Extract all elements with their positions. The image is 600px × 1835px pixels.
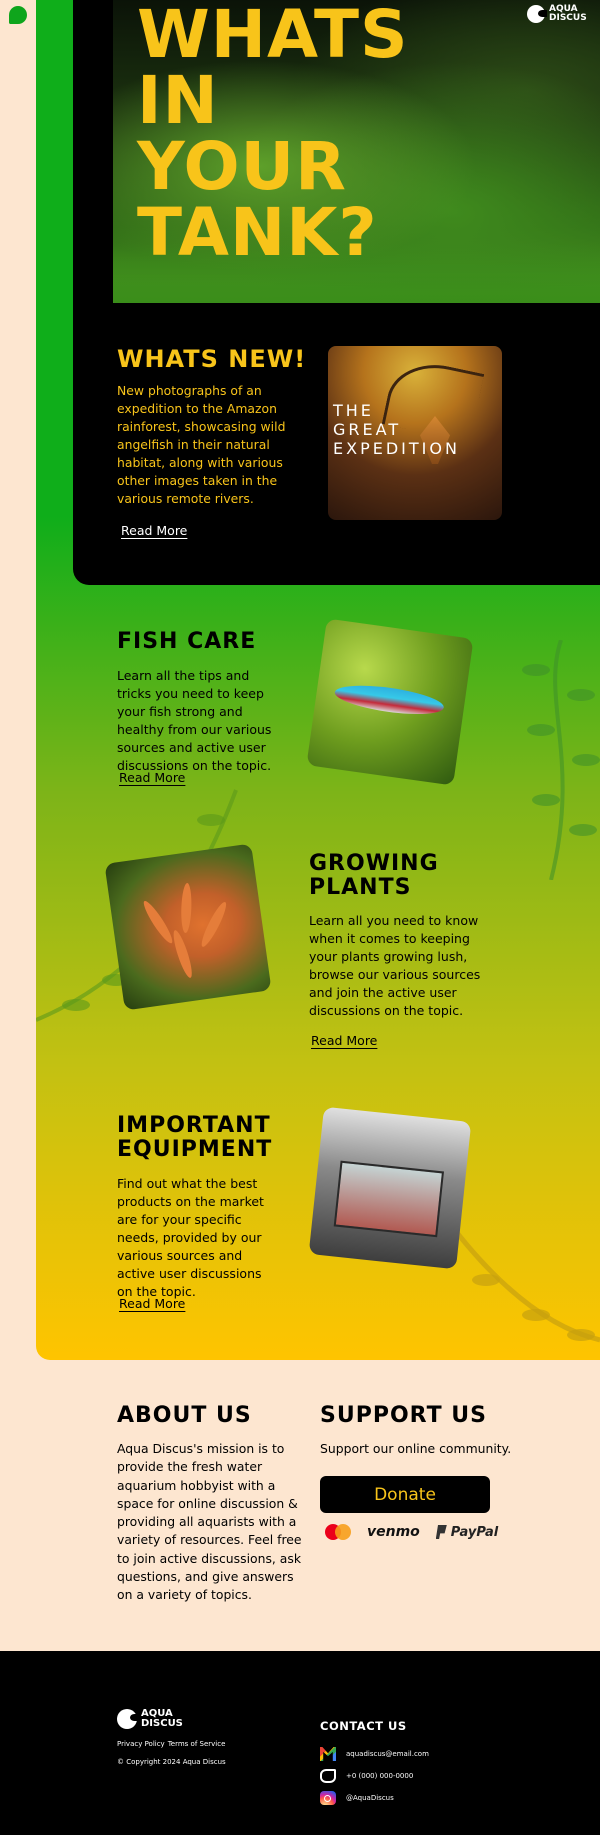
growing-plants-text: Learn all you need to know when it comes… — [309, 913, 481, 1018]
important-equipment-text: Find out what the best products on the m… — [117, 1176, 264, 1299]
footer-links: Privacy Policy Terms of Service — [117, 1740, 225, 1748]
important-equipment-heading: IMPORTANT EQUIPMENT — [117, 1113, 273, 1162]
fish-care-heading: FISH CARE — [117, 629, 257, 654]
contact-instagram[interactable]: @AquaDiscus — [320, 1791, 394, 1805]
growing-plants-heading: GROWING PLANTS — [309, 851, 439, 900]
footer: AQUA DISCUS Privacy Policy Terms of Serv… — [0, 1651, 600, 1835]
great-expedition-image[interactable]: THE GREAT EXPEDITION — [328, 346, 502, 520]
whats-new-heading: WHATS NEW! — [117, 345, 307, 373]
expedition-card-label: THE GREAT EXPEDITION — [333, 401, 460, 458]
fish-care-read-more-link[interactable]: Read More — [119, 770, 185, 785]
contact-us-heading: CONTACT US — [320, 1719, 407, 1733]
important-equipment-read-more-link[interactable]: Read More — [119, 1296, 185, 1311]
venmo-logo: venmo — [367, 1524, 420, 1540]
whats-new-read-more-link[interactable]: Read More — [121, 523, 187, 538]
aquatic-plant-image[interactable] — [104, 843, 272, 1011]
brand-name: AQUA DISCUS — [549, 4, 587, 23]
contact-phone[interactable]: +0 (000) 000-0000 — [320, 1769, 413, 1783]
contact-instagram-text: @AquaDiscus — [346, 1794, 394, 1802]
contact-email-text: aquadiscus@email.com — [346, 1750, 429, 1758]
paypal-logo: PayPal — [435, 1524, 499, 1540]
footer-brand-name: AQUA DISCUS — [141, 1708, 183, 1729]
footer-brand-logo[interactable]: AQUA DISCUS — [117, 1709, 183, 1729]
mastercard-icon — [325, 1524, 351, 1540]
donate-button[interactable]: Donate — [320, 1476, 490, 1513]
privacy-policy-link[interactable]: Privacy Policy — [117, 1740, 165, 1748]
support-us-heading: SUPPORT US — [320, 1403, 487, 1428]
paypal-label: PayPal — [450, 1524, 499, 1540]
terms-of-service-link[interactable]: Terms of Service — [168, 1740, 226, 1748]
mail-icon — [320, 1747, 336, 1761]
aqua-discus-logo-icon — [527, 5, 547, 23]
growing-plants-read-more-link[interactable]: Read More — [311, 1033, 377, 1048]
vine-decoration — [522, 640, 600, 880]
contact-email[interactable]: aquadiscus@email.com — [320, 1747, 429, 1761]
copyright-text: © Copyright 2024 Aqua Discus — [117, 1758, 226, 1766]
payment-methods: venmo PayPal — [325, 1524, 498, 1540]
whats-new-text: New photographs of an expedition to the … — [117, 383, 286, 506]
support-us-text: Support our online community. — [320, 1441, 512, 1456]
fish-care-text: Learn all the tips and tricks you need t… — [117, 668, 272, 773]
phone-icon — [320, 1769, 336, 1783]
about-us-heading: ABOUT US — [117, 1403, 252, 1428]
aquarium-equipment-image[interactable] — [308, 1106, 472, 1270]
neon-tetra-image[interactable] — [306, 618, 474, 786]
brand-logo[interactable]: AQUA DISCUS — [527, 5, 587, 23]
about-us-text: Aqua Discus's mission is to provide the … — [117, 1441, 302, 1603]
green-leaf-dot-icon — [9, 6, 27, 24]
aqua-discus-logo-icon — [117, 1709, 139, 1729]
instagram-icon — [320, 1791, 336, 1805]
hero-title: WHATS IN YOUR TANK? — [137, 0, 409, 271]
paypal-icon — [435, 1525, 447, 1539]
contact-phone-text: +0 (000) 000-0000 — [346, 1772, 414, 1780]
